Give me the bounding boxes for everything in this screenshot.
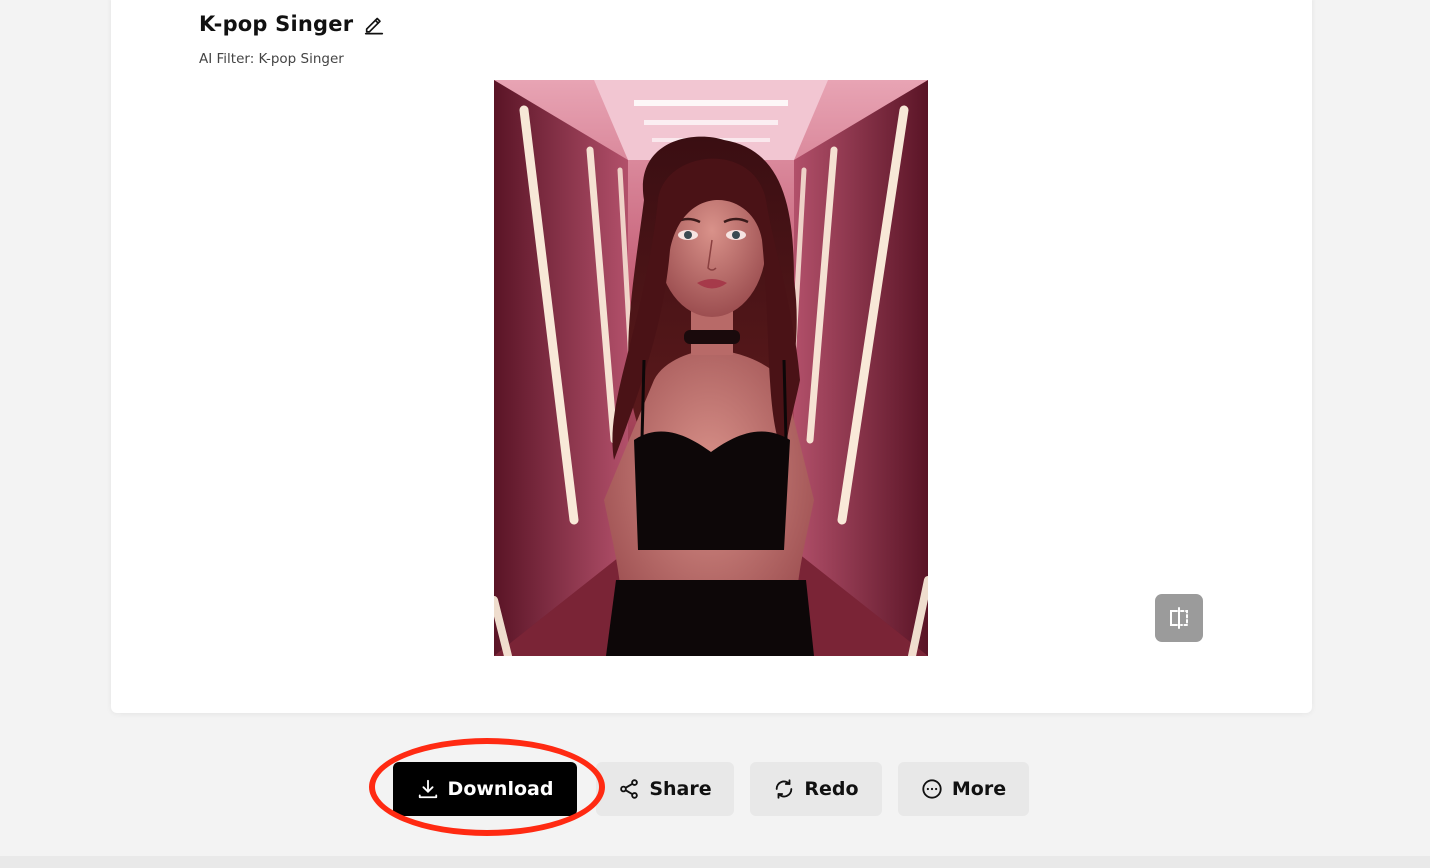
redo-label: Redo xyxy=(804,778,859,800)
filter-subtitle: AI Filter: K-pop Singer xyxy=(199,51,344,67)
download-button[interactable]: Download xyxy=(393,762,577,816)
bottom-edge xyxy=(0,856,1430,868)
title-row: K-pop Singer xyxy=(199,12,385,36)
action-bar: Download Share Redo More xyxy=(0,762,1430,816)
compare-split-icon[interactable] xyxy=(1155,594,1203,642)
more-button[interactable]: More xyxy=(898,762,1029,816)
redo-button[interactable]: Redo xyxy=(750,762,882,816)
redo-icon xyxy=(776,779,793,799)
pencil-icon[interactable] xyxy=(363,13,385,35)
generated-image xyxy=(494,80,928,656)
share-icon xyxy=(620,779,639,799)
more-label: More xyxy=(951,778,1007,800)
share-label: Share xyxy=(649,778,712,800)
more-icon xyxy=(922,779,942,799)
result-title: K-pop Singer xyxy=(199,12,354,36)
download-icon xyxy=(418,779,437,799)
share-button[interactable]: Share xyxy=(596,762,734,816)
download-label: Download xyxy=(447,778,554,800)
